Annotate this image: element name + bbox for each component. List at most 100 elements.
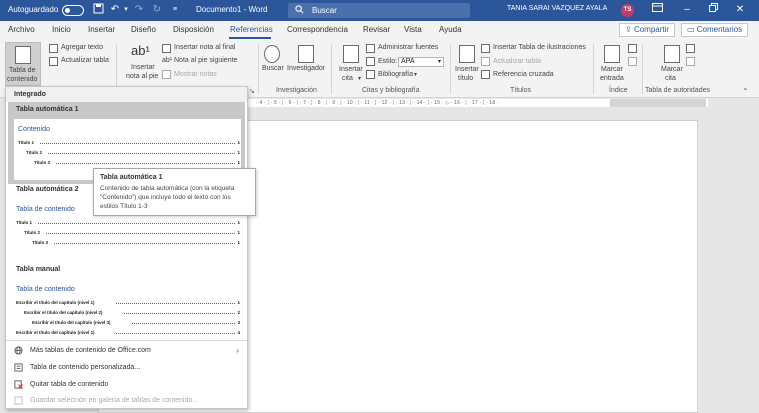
tab-inicio[interactable]: Inicio — [52, 25, 71, 34]
research-search-button[interactable]: Buscar — [262, 65, 284, 72]
show-notes-button[interactable]: Mostrar notas — [174, 71, 217, 78]
cross-reference-button[interactable]: Referencia cruzada — [493, 71, 554, 78]
insert-citation-label-2[interactable]: cita — [342, 75, 353, 82]
collapse-ribbon-icon[interactable]: ⌃ — [742, 87, 749, 96]
customize-toolbar-icon[interactable]: ≡ — [168, 3, 182, 17]
ribbon-display-icon[interactable] — [650, 3, 664, 17]
globe-icon — [14, 346, 23, 355]
citations-group-label: Citas y bibliografía — [362, 87, 420, 94]
autosave-label: Autoguardado — [8, 5, 59, 14]
mark-entry-label-2[interactable]: entrada — [600, 75, 624, 82]
tab-archivo[interactable]: Archivo — [8, 25, 35, 34]
search-box[interactable]: Buscar — [288, 3, 470, 18]
captions-group-label: Títulos — [510, 87, 532, 94]
more-tocs-office-item[interactable]: Más tablas de contenido de Office.com › — [8, 343, 245, 359]
update-table-button[interactable]: Actualizar tabla — [61, 57, 109, 64]
mark-citation-icon — [664, 45, 680, 63]
preview-leader — [38, 223, 235, 224]
insert-endnote-button[interactable]: Insertar nota al final — [174, 44, 235, 51]
update-table-icon — [49, 57, 58, 66]
mark-entry-label-1[interactable]: Marcar — [601, 66, 623, 73]
add-text-button[interactable]: Agregar texto — [61, 44, 103, 51]
table-of-contents-button[interactable]: Tabla de contenido — [5, 42, 41, 86]
search-placeholder: Buscar — [312, 6, 337, 15]
redo-icon[interactable]: ↷ — [132, 3, 146, 17]
mark-citation-label-1[interactable]: Marcar — [661, 66, 683, 73]
preview-line: Escribir el título del capítulo (nivel 2… — [24, 310, 103, 315]
next-footnote-button[interactable]: Nota al pie siguiente — [174, 57, 237, 64]
preview-page-num: 1 — [237, 230, 240, 235]
preview-page-num: 1 — [237, 240, 240, 245]
gallery-tooltip: Tabla automática 1 Contenido de tabla au… — [93, 168, 256, 216]
preview-heading: Tabla de contenido — [16, 206, 75, 213]
avatar[interactable]: TS — [621, 4, 634, 17]
tab-diseno[interactable]: Diseño — [131, 25, 156, 34]
next-footnote-icon: ab¹ — [162, 57, 173, 64]
comments-button[interactable]: ▭ Comentarios — [681, 23, 749, 37]
search-icon — [295, 5, 304, 14]
repeat-icon[interactable]: ↻ — [150, 3, 164, 17]
remove-toc-item[interactable]: Quitar tabla de contenido — [8, 377, 245, 393]
toggle-knob — [65, 8, 70, 13]
insert-footnote-label-1[interactable]: Insertar — [131, 64, 155, 71]
tooltip-body: Contenido de tabla automática (con la et… — [100, 185, 235, 210]
insert-caption-label-1[interactable]: Insertar — [455, 66, 479, 73]
minimize-icon[interactable]: – — [680, 3, 694, 17]
preview-page-num: 1 — [237, 300, 240, 305]
mark-citation-label-2[interactable]: cita — [665, 75, 676, 82]
tab-revisar[interactable]: Revisar — [363, 25, 390, 34]
group-separator — [450, 44, 451, 94]
insert-footnote-label-2[interactable]: nota al pie — [126, 73, 158, 80]
citation-style-select[interactable]: APA ▾ — [398, 57, 444, 67]
comment-icon: ▭ — [687, 25, 697, 34]
toc-label-1: Tabla de — [9, 67, 36, 74]
researcher-button[interactable]: Investigador — [287, 65, 325, 72]
share-label: Compartir — [633, 25, 670, 34]
toc-label-2: contenido — [7, 76, 38, 83]
tab-disposicion[interactable]: Disposición — [173, 25, 214, 34]
ruler-marks: · 4 · ¦ · 5 · ¦ · 6 · ¦ · 7 · ¦ · 8 · ¦ … — [256, 100, 499, 106]
document-title: Documento1 - Word — [196, 5, 268, 14]
share-icon: ⇪ — [625, 25, 634, 34]
index-group-label: Índice — [609, 87, 628, 94]
bibliography-icon — [366, 70, 375, 79]
menu-divider — [6, 340, 247, 341]
preview-line: Título 3 — [32, 240, 48, 245]
endnote-icon — [162, 44, 171, 53]
active-tab-indicator — [229, 37, 271, 39]
autosave-toggle[interactable] — [62, 5, 84, 16]
close-icon[interactable]: ✕ — [733, 3, 747, 17]
style-label: Estilo: — [378, 58, 398, 65]
preview-page-num: 2 — [237, 310, 240, 315]
tab-ayuda[interactable]: Ayuda — [439, 25, 462, 34]
horizontal-ruler[interactable]: · 4 · ¦ · 5 · ¦ · 6 · ¦ · 7 · ¦ · 8 · ¦ … — [248, 99, 708, 107]
tab-referencias[interactable]: Referencias — [230, 25, 273, 34]
insert-citation-label-1[interactable]: Insertar — [339, 66, 363, 73]
restore-icon[interactable] — [706, 3, 720, 17]
chevron-down-icon: ▾ — [414, 72, 418, 78]
insert-table-of-figures-button[interactable]: Insertar Tabla de ilustraciones — [493, 44, 586, 51]
manage-sources-button[interactable]: Administrar fuentes — [378, 44, 438, 51]
authorities-group-label: Tabla de autoridades — [645, 87, 710, 94]
bibliography-button[interactable]: Bibliografía — [378, 71, 413, 78]
footnotes-dialog-launcher[interactable]: ↘ — [249, 87, 255, 95]
save-selection-item[interactable]: Guardar selección en galería de tablas d… — [8, 393, 245, 409]
gallery-item-manual-table[interactable]: Tabla manual Tabla de contenido Escribir… — [8, 262, 245, 342]
update-figures-table-button[interactable]: Actualizar tabla — [493, 58, 541, 65]
researcher-icon — [298, 45, 314, 63]
custom-toc-item[interactable]: Tabla de contenido personalizada... — [8, 360, 245, 376]
preview-leader — [132, 323, 235, 324]
share-button[interactable]: ⇪ Compartir — [619, 23, 676, 37]
style-icon — [366, 57, 375, 66]
group-separator — [593, 44, 594, 94]
undo-dropdown-icon[interactable]: ▾ — [119, 3, 133, 17]
save-icon[interactable] — [91, 3, 105, 17]
tab-insertar[interactable]: Insertar — [88, 25, 115, 34]
insert-caption-label-2[interactable]: título — [458, 75, 473, 82]
preview-line: Título 2 — [26, 150, 42, 155]
tab-vista[interactable]: Vista — [404, 25, 422, 34]
user-name[interactable]: TANIA SARAI VAZQUEZ AYALA — [507, 5, 607, 12]
preview-heading: Contenido — [18, 126, 50, 133]
tab-correspondencia[interactable]: Correspondencia — [287, 25, 348, 34]
chevron-down-icon: ▾ — [358, 76, 362, 82]
